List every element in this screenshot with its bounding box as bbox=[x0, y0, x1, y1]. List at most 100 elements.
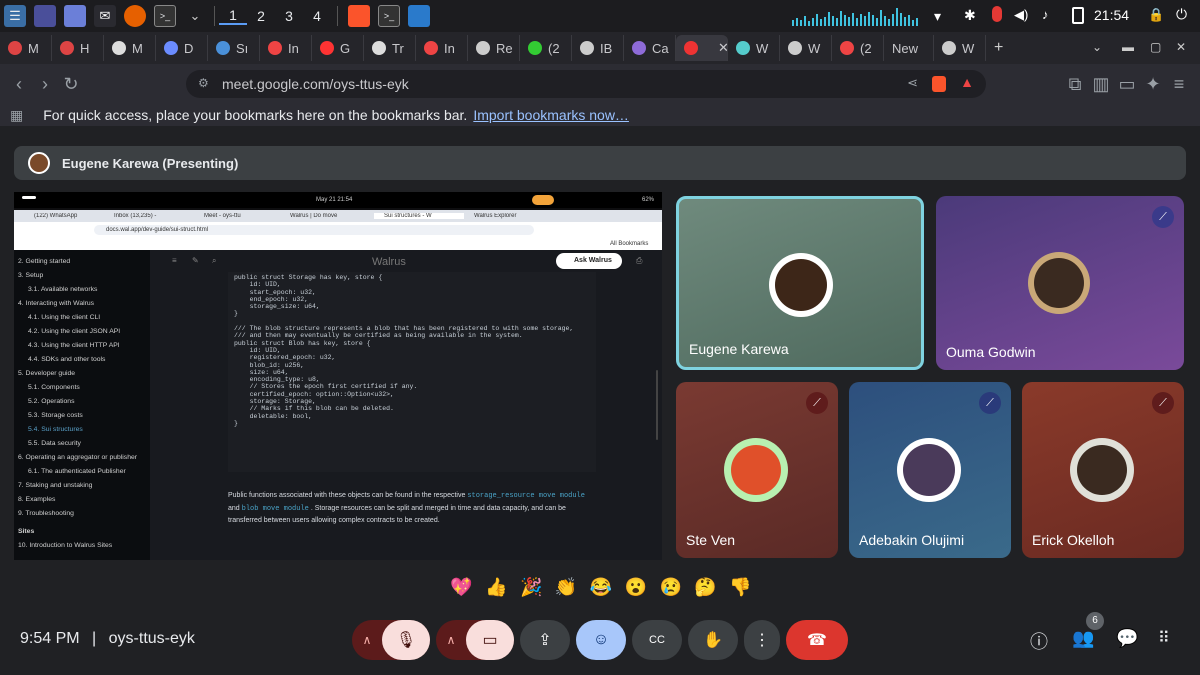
chevron-down-icon[interactable]: ⌄ bbox=[1092, 40, 1102, 54]
reaction-emoji[interactable]: 💖 bbox=[450, 577, 472, 598]
new-tab-icon[interactable]: + bbox=[994, 39, 1003, 57]
browser-tab-label: Tr bbox=[392, 40, 404, 56]
sidebar-icon[interactable]: ▥ bbox=[1088, 71, 1114, 97]
chevron-down-icon[interactable]: ⌄ bbox=[184, 5, 206, 27]
brush-icon: ✎ bbox=[192, 256, 199, 265]
share-icon[interactable]: ⋖ bbox=[907, 75, 918, 91]
leo-icon[interactable]: ✦ bbox=[1140, 71, 1166, 97]
minimize-icon[interactable]: ▬ bbox=[1122, 40, 1134, 54]
more-options-button[interactable]: ⋮ bbox=[744, 620, 780, 660]
browser-tab[interactable]: W bbox=[728, 35, 780, 61]
raise-hand-button[interactable]: ✋ bbox=[688, 620, 738, 660]
clipboard-icon[interactable] bbox=[1072, 7, 1084, 24]
mail-icon[interactable]: ✉ bbox=[94, 5, 116, 27]
vscode-icon[interactable] bbox=[408, 5, 430, 27]
browser-tab[interactable]: G bbox=[312, 35, 364, 61]
volume-icon[interactable]: ◀) bbox=[1014, 7, 1028, 23]
close-tab-icon[interactable]: ✕ bbox=[718, 40, 727, 56]
activities-grid-icon[interactable]: ⠿ bbox=[1158, 628, 1170, 648]
browser-tab[interactable]: Ca bbox=[624, 35, 676, 61]
apps-icon[interactable]: ▦ bbox=[10, 107, 23, 124]
back-icon[interactable]: ‹ bbox=[6, 71, 32, 97]
reload-icon[interactable]: ↻ bbox=[58, 71, 84, 97]
rewards-icon[interactable]: ▲ bbox=[960, 74, 974, 90]
reaction-emoji[interactable]: 🤔 bbox=[694, 577, 716, 598]
browser-tab[interactable]: M bbox=[0, 35, 52, 61]
browser-tab-strip: M H M D Sı In G Tr In Re (2 IB Ca ✕ W W (2 New W + ⌄ ▬ ▢ ✕ bbox=[0, 32, 1200, 64]
browser-tab[interactable]: H bbox=[52, 35, 104, 61]
bell-icon[interactable]: ♪ bbox=[1042, 7, 1049, 22]
forward-icon[interactable]: › bbox=[32, 71, 58, 97]
participant-tile-ste[interactable]: ⟋ Ste Ven bbox=[676, 382, 838, 558]
terminal-icon[interactable]: >_ bbox=[154, 5, 176, 27]
reactions-button[interactable]: ☺ bbox=[576, 620, 626, 660]
workspace-3[interactable]: 3 bbox=[275, 8, 303, 24]
docs-nav-item: 5.4. Sui structures bbox=[28, 426, 83, 433]
browser-tab[interactable]: Re bbox=[468, 35, 520, 61]
browser-tab[interactable]: W bbox=[780, 35, 832, 61]
browser-tab[interactable]: (2 bbox=[520, 35, 572, 61]
reaction-emoji[interactable]: 👎 bbox=[729, 577, 751, 598]
brave-shields-icon[interactable] bbox=[932, 76, 946, 92]
reaction-emoji[interactable]: 🎉 bbox=[520, 577, 542, 598]
brave-icon[interactable] bbox=[348, 5, 370, 27]
workspace-1[interactable]: 1 bbox=[219, 7, 247, 25]
browser-tab[interactable]: Tr bbox=[364, 35, 416, 61]
captions-button[interactable]: CC bbox=[632, 620, 682, 660]
close-window-icon[interactable]: ✕ bbox=[1176, 40, 1186, 54]
camera-options-chevron-icon[interactable]: ∧ bbox=[436, 633, 466, 647]
reaction-emoji[interactable]: 😂 bbox=[590, 577, 612, 598]
browser-tab[interactable]: W bbox=[934, 35, 986, 61]
browser-tab[interactable]: (2 bbox=[832, 35, 884, 61]
toc-icon: ≡ bbox=[172, 256, 177, 265]
docs-nav-item: 4.3. Using the client HTTP API bbox=[28, 342, 120, 349]
site-info-icon[interactable]: ⚙ bbox=[198, 76, 209, 90]
browser-tab-label: W bbox=[808, 40, 821, 56]
wifi-icon[interactable]: ▾ bbox=[934, 8, 941, 25]
mic-muted-icon[interactable]: 🎙 bbox=[382, 620, 430, 660]
terminal-icon[interactable]: >_ bbox=[378, 5, 400, 27]
wallet-icon[interactable]: ▭ bbox=[1114, 71, 1140, 97]
participant-tile-adebakin[interactable]: ⟋ Adebakin Olujimi bbox=[849, 382, 1011, 558]
extensions-icon[interactable]: ⧉ bbox=[1062, 71, 1088, 97]
participant-tile-eugene[interactable]: Eugene Karewa bbox=[676, 196, 924, 370]
chat-icon[interactable]: 💬 bbox=[1116, 628, 1138, 649]
leave-call-button[interactable]: ☎ bbox=[786, 620, 848, 660]
bluetooth-icon[interactable]: ✱ bbox=[964, 7, 976, 24]
menu-icon[interactable]: ≡ bbox=[1166, 71, 1192, 97]
browser-tab[interactable]: ✕ bbox=[676, 35, 728, 61]
browser-tab[interactable]: D bbox=[156, 35, 208, 61]
browser-tab[interactable]: In bbox=[416, 35, 468, 61]
browser-tab[interactable]: IB bbox=[572, 35, 624, 61]
mic-options-chevron-icon[interactable]: ∧ bbox=[352, 633, 382, 647]
workspace-2[interactable]: 2 bbox=[247, 8, 275, 24]
folder-icon[interactable] bbox=[64, 5, 86, 27]
hand-icon: ✋ bbox=[703, 632, 723, 649]
display-icon[interactable] bbox=[34, 5, 56, 27]
shared-battery: 62% bbox=[642, 197, 655, 203]
reaction-emoji[interactable]: 👍 bbox=[485, 577, 507, 598]
firefox-icon[interactable] bbox=[124, 5, 146, 27]
people-icon[interactable]: 👥 bbox=[1072, 628, 1094, 649]
reaction-emoji[interactable]: 😮 bbox=[625, 577, 647, 598]
app-menu-icon[interactable]: ☰ bbox=[4, 5, 26, 27]
import-bookmarks-link[interactable]: Import bookmarks now… bbox=[473, 107, 629, 123]
maximize-icon[interactable]: ▢ bbox=[1150, 40, 1161, 54]
participant-tile-erick[interactable]: ⟋ Erick Okelloh bbox=[1022, 382, 1184, 558]
mic-muted-icon[interactable] bbox=[992, 6, 1002, 22]
meeting-info-icon[interactable]: ⓘ bbox=[1030, 628, 1048, 654]
workspace-4[interactable]: 4 bbox=[303, 8, 331, 24]
present-screen-button[interactable]: ⇪ bbox=[520, 620, 570, 660]
participant-tile-ouma[interactable]: ⟋ Ouma Godwin bbox=[936, 196, 1184, 370]
browser-tab[interactable]: New bbox=[884, 35, 934, 61]
reaction-emoji[interactable]: 👏 bbox=[555, 577, 577, 598]
lock-icon[interactable]: 🔒 bbox=[1148, 7, 1164, 23]
address-bar[interactable]: meet.google.com/oys-ttus-eyk ⚙ ⋖ ▲ bbox=[186, 70, 986, 98]
camera-off-icon[interactable]: ▭ bbox=[466, 620, 514, 660]
docs-content: ≡ ✎ ⌕ Walrus Ask Walrus ⎙ public struct … bbox=[150, 250, 662, 560]
reaction-emoji[interactable]: 😢 bbox=[659, 577, 681, 598]
power-icon[interactable]: ⏻ bbox=[1176, 6, 1187, 23]
browser-tab[interactable]: M bbox=[104, 35, 156, 61]
browser-tab[interactable]: Sı bbox=[208, 35, 260, 61]
browser-tab[interactable]: In bbox=[260, 35, 312, 61]
